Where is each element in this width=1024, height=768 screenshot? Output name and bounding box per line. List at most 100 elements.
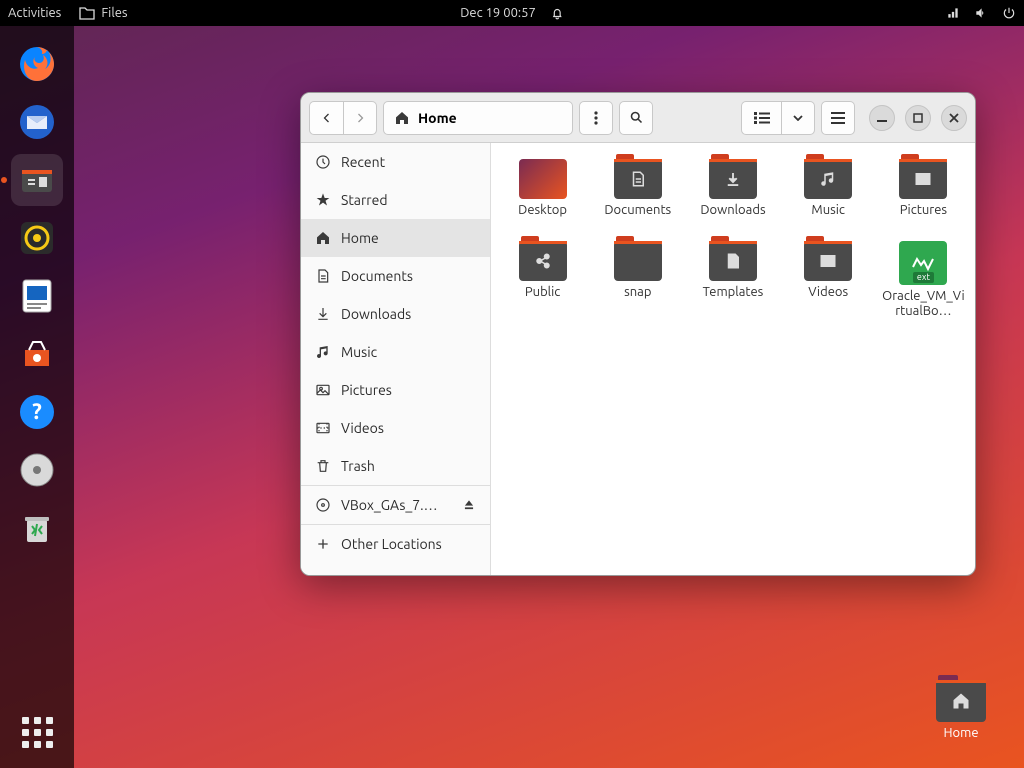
file-item[interactable]: Documents: [594, 159, 681, 219]
clock[interactable]: Dec 19 00:57: [460, 6, 536, 20]
sidebar-other-locations[interactable]: Other Locations: [301, 525, 490, 563]
search-icon: [629, 110, 644, 125]
close-button[interactable]: [941, 105, 967, 131]
eject-icon[interactable]: [462, 498, 476, 512]
file-label: Videos: [808, 285, 848, 301]
minimize-button[interactable]: [869, 105, 895, 131]
file-label: Templates: [703, 285, 764, 301]
sidebar-item-label: Recent: [341, 154, 385, 170]
file-item[interactable]: Downloads: [689, 159, 776, 219]
topbar-app-menu[interactable]: Files: [79, 6, 127, 20]
dock-rhythmbox[interactable]: [11, 212, 63, 264]
file-item[interactable]: Pictures: [880, 159, 967, 219]
view-options-button[interactable]: [781, 101, 815, 135]
sidebar-item-starred[interactable]: Starred: [301, 181, 490, 219]
extension-icon: ext: [899, 241, 947, 285]
content-area[interactable]: Desktop Documents Downloads Music Pictures Pu…: [491, 143, 975, 575]
file-label: snap: [624, 285, 651, 301]
folder-icon: [804, 241, 852, 281]
list-view-button[interactable]: [741, 101, 781, 135]
hamburger-menu-button[interactable]: [821, 101, 855, 135]
network-icon[interactable]: [946, 6, 960, 20]
file-label: Music: [811, 203, 845, 219]
sidebar-item-pictures[interactable]: Pictures: [301, 371, 490, 409]
desktop-home-folder[interactable]: Home: [926, 680, 996, 740]
window-controls: [869, 105, 967, 131]
search-button[interactable]: [619, 101, 653, 135]
topbar-app-label: Files: [101, 6, 127, 20]
sidebar-item-label: Music: [341, 344, 377, 360]
file-label: Downloads: [700, 203, 765, 219]
folder-icon: [709, 159, 757, 199]
top-bar: Activities Files Dec 19 00:57: [0, 0, 1024, 26]
sidebar-item-downloads[interactable]: Downloads: [301, 295, 490, 333]
plus-icon: [315, 536, 331, 552]
file-item[interactable]: Templates: [689, 241, 776, 320]
file-item[interactable]: Music: [785, 159, 872, 219]
folder-icon: [614, 159, 662, 199]
file-item[interactable]: Public: [499, 241, 586, 320]
nav-buttons: [309, 101, 377, 135]
forward-button[interactable]: [343, 101, 377, 135]
file-label: Desktop: [518, 203, 567, 219]
volume-icon[interactable]: [974, 6, 988, 20]
sidebar-item-label: Documents: [341, 268, 413, 284]
file-label: Oracle_VM_VirtualBo…: [880, 289, 966, 320]
sidebar-item-label: Other Locations: [341, 536, 442, 552]
dock-files[interactable]: [11, 154, 63, 206]
dock-help[interactable]: ?: [11, 386, 63, 438]
close-icon: [949, 113, 959, 123]
folder-icon: [519, 241, 567, 281]
sidebar-mount[interactable]: VBox_GAs_7.…: [301, 486, 490, 524]
sidebar: Recent Starred Home Documents Downloads Music…: [301, 143, 491, 575]
dock-software[interactable]: [11, 328, 63, 380]
file-item[interactable]: Desktop: [499, 159, 586, 219]
titlebar[interactable]: Home: [301, 93, 975, 143]
path-menu-button[interactable]: [579, 101, 613, 135]
dock-libreoffice-writer[interactable]: [11, 270, 63, 322]
svg-text:?: ?: [32, 399, 42, 424]
dock-trash[interactable]: [11, 502, 63, 554]
home-icon: [394, 110, 410, 126]
chevron-down-icon: [793, 115, 803, 121]
file-label: Pictures: [900, 203, 947, 219]
file-label: Public: [525, 285, 560, 301]
sidebar-item-trash[interactable]: Trash: [301, 447, 490, 485]
desktop-thumb-icon: [519, 159, 567, 199]
sidebar-item-home[interactable]: Home: [301, 219, 490, 257]
sidebar-item-label: Pictures: [341, 382, 392, 398]
notification-icon[interactable]: [550, 6, 564, 20]
sidebar-item-label: Home: [341, 230, 379, 246]
path-label: Home: [418, 110, 457, 126]
power-icon[interactable]: [1002, 6, 1016, 20]
folder-icon: [899, 159, 947, 199]
dock-firefox[interactable]: [11, 38, 63, 90]
sidebar-item-label: Downloads: [341, 306, 411, 322]
menu-icon: [831, 112, 845, 124]
sidebar-item-documents[interactable]: Documents: [301, 257, 490, 295]
file-item[interactable]: Videos: [785, 241, 872, 320]
sidebar-item-recent[interactable]: Recent: [301, 143, 490, 181]
maximize-button[interactable]: [905, 105, 931, 131]
view-controls: [741, 101, 815, 135]
file-item[interactable]: snap: [594, 241, 681, 320]
dock-thunderbird[interactable]: [11, 96, 63, 148]
folder-icon: [709, 241, 757, 281]
path-bar[interactable]: Home: [383, 101, 573, 135]
activities-button[interactable]: Activities: [8, 6, 61, 20]
back-button[interactable]: [309, 101, 343, 135]
sidebar-item-label: VBox_GAs_7.…: [341, 497, 438, 513]
sidebar-item-music[interactable]: Music: [301, 333, 490, 371]
file-label: Documents: [604, 203, 671, 219]
disc-icon: [315, 497, 331, 513]
sidebar-item-label: Trash: [341, 458, 375, 474]
files-window: Home Recent Starred Home Documents Downloads…: [300, 92, 976, 576]
file-item[interactable]: ext Oracle_VM_VirtualBo…: [880, 241, 967, 320]
folder-icon: [804, 159, 852, 199]
sidebar-item-label: Starred: [341, 192, 388, 208]
dock: ?: [0, 26, 74, 768]
dock-disc[interactable]: [11, 444, 63, 496]
show-applications[interactable]: [11, 706, 63, 758]
sidebar-item-videos[interactable]: Videos: [301, 409, 490, 447]
desktop-home-label: Home: [926, 726, 996, 740]
